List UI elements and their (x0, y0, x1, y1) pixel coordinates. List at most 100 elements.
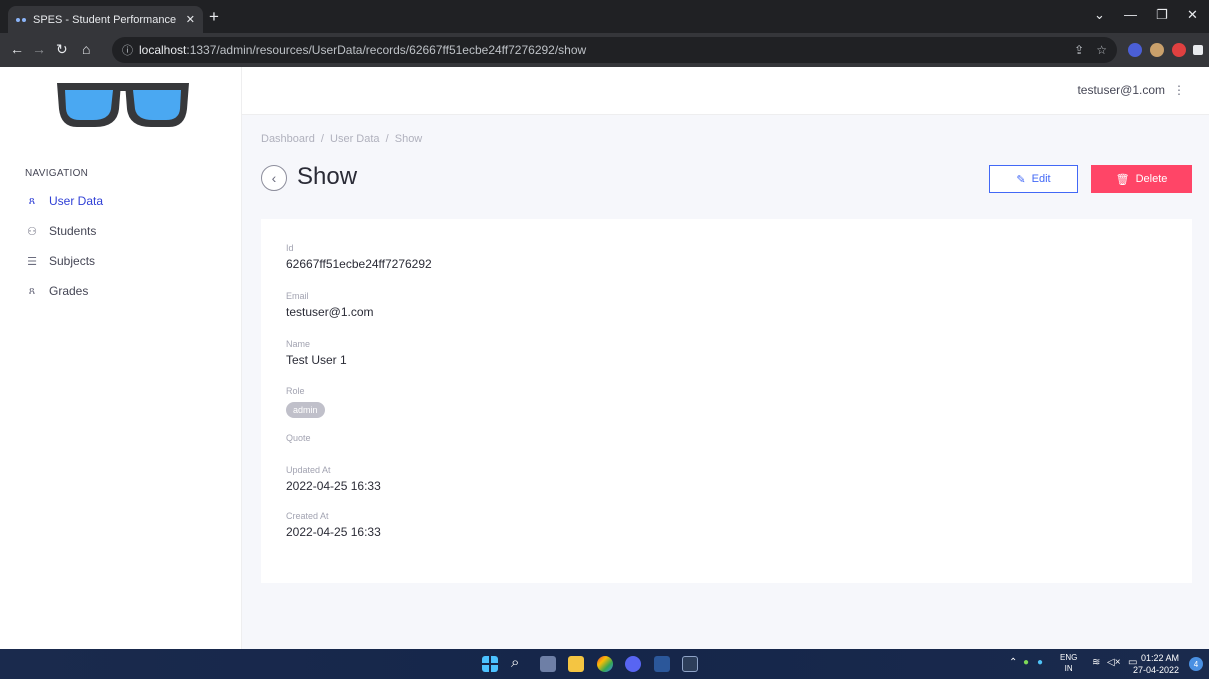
breadcrumb-dashboard[interactable]: Dashboard (261, 133, 315, 145)
kebab-menu-icon[interactable]: ⋮ (1173, 83, 1185, 97)
site-info-icon[interactable]: ⓘ (122, 42, 133, 58)
sidebar-item-label: Students (49, 224, 97, 238)
language-indicator[interactable]: ENG IN (1060, 652, 1077, 674)
sunglasses-logo-icon (57, 83, 189, 127)
delete-label: Delete (1135, 173, 1168, 185)
sidebar-item-students[interactable]: ⚇ Students (25, 222, 96, 240)
field-value: 62667ff51ecbe24ff7276292 (286, 257, 432, 271)
field-value: Test User 1 (286, 353, 347, 367)
extension-icon[interactable] (1150, 43, 1164, 57)
region-code: IN (1064, 664, 1073, 673)
field-label: Created At (286, 511, 329, 521)
breadcrumb-user-data[interactable]: User Data (330, 133, 380, 145)
minimize-icon[interactable]: — (1124, 7, 1137, 22)
clock-time: 01:22 AM (1140, 653, 1179, 663)
home-icon[interactable]: ⌂ (82, 41, 90, 57)
field-value: 2022-04-25 16:33 (286, 479, 381, 493)
sidebar-item-grades[interactable]: ጸ Grades (25, 282, 89, 300)
file-explorer-icon[interactable] (568, 656, 584, 672)
search-icon[interactable]: ⌕ (511, 654, 519, 671)
windows-start-icon[interactable] (482, 656, 498, 672)
people-icon: ጸ (28, 194, 36, 207)
breadcrumb-show: Show (394, 133, 423, 145)
edit-button[interactable]: ✎ Edit (989, 165, 1078, 193)
extension-icon[interactable] (1172, 43, 1186, 57)
student-icon: ⚇ (27, 225, 37, 238)
maximize-icon[interactable]: ❐ (1156, 7, 1168, 23)
field-label: Name (286, 339, 311, 349)
record-card: Id 62667ff51ecbe24ff7276292 Email testus… (261, 219, 1192, 583)
user-menu[interactable]: testuser@1.com ⋮ (1077, 83, 1185, 97)
notification-badge[interactable]: 4 (1189, 657, 1203, 671)
wifi-icon[interactable]: ≋ (1092, 657, 1100, 668)
tab-title: SPES - Student Performance Evalu (33, 13, 180, 26)
clock-date: 27-04-2022 (1132, 665, 1179, 675)
menu-icon[interactable] (1193, 45, 1203, 55)
sidebar-item-label: Subjects (49, 254, 96, 268)
people-icon: ጸ (28, 284, 36, 297)
sidebar-item-label: Grades (49, 284, 89, 298)
tray-app-icon[interactable]: ● (1037, 657, 1043, 668)
field-email: Email testuser@1.com (286, 291, 374, 319)
tray-app-icon[interactable]: ● (1023, 657, 1029, 668)
browser-tab-bar: SPES - Student Performance Evalu ✕ + ⌄ —… (0, 0, 1209, 33)
bookmark-star-icon[interactable]: ☆ (1096, 43, 1107, 57)
volume-icon[interactable]: ◁× (1107, 657, 1121, 668)
language-code: ENG (1060, 653, 1078, 662)
share-icon[interactable]: ⇪ (1074, 43, 1084, 57)
back-button[interactable]: ‹ (261, 165, 287, 191)
address-bar[interactable]: ⓘ localhost :1337/admin/resources/UserDa… (112, 37, 1117, 63)
clock[interactable]: 01:22 AM 27-04-2022 (1133, 652, 1179, 676)
role-badge: admin (286, 402, 325, 418)
back-arrow-icon[interactable]: ← (10, 41, 24, 57)
new-tab-button[interactable]: + (209, 8, 219, 25)
list-icon: ☰ (27, 255, 37, 268)
sidebar-item-user-data[interactable]: ጸ User Data (25, 192, 103, 210)
trash-icon: 🗑 (1115, 173, 1130, 186)
browser-toolbar: ← → ↻ ⌂ ⓘ localhost :1337/admin/resource… (0, 33, 1209, 67)
field-role: Role admin (286, 386, 325, 418)
field-value: testuser@1.com (286, 305, 374, 319)
field-label: Updated At (286, 465, 331, 475)
edit-label: Edit (1031, 173, 1051, 185)
chevron-up-icon[interactable]: ⌃ (1009, 657, 1017, 668)
url-path: :1337/admin/resources/UserData/records/6… (186, 43, 587, 57)
delete-button[interactable]: 🗑 Delete (1091, 165, 1192, 193)
task-view-icon[interactable] (540, 656, 556, 672)
discord-icon[interactable] (625, 656, 641, 672)
terminal-icon[interactable] (682, 656, 698, 672)
field-updated-at: Updated At 2022-04-25 16:33 (286, 465, 381, 493)
nav-heading: NAVIGATION (25, 168, 89, 179)
field-label: Role (286, 386, 305, 396)
reload-icon[interactable]: ↻ (56, 41, 68, 57)
os-taskbar: ⌕ ⌃ ● ● ENG IN ≋ ◁× ▭ 01:22 AM 27-04-202… (0, 649, 1209, 679)
pencil-icon: ✎ (1016, 173, 1026, 186)
forward-arrow-icon[interactable]: → (32, 41, 46, 57)
field-id: Id 62667ff51ecbe24ff7276292 (286, 243, 432, 271)
field-created-at: Created At 2022-04-25 16:33 (286, 511, 381, 539)
chrome-icon[interactable] (597, 656, 613, 672)
chevron-left-icon: ‹ (271, 170, 277, 186)
tab-search-icon[interactable]: ⌄ (1094, 7, 1105, 23)
field-quote: Quote (286, 433, 311, 447)
user-email: testuser@1.com (1077, 83, 1165, 97)
page-title: Show (297, 163, 358, 190)
favicon-icon (16, 17, 26, 22)
browser-tab[interactable]: SPES - Student Performance Evalu ✕ (8, 6, 203, 33)
window-close-icon[interactable]: ✕ (1187, 7, 1198, 23)
field-value: 2022-04-25 16:33 (286, 525, 381, 539)
sidebar-item-subjects[interactable]: ☰ Subjects (25, 252, 95, 270)
breadcrumb-separator: / (385, 133, 389, 145)
field-name: Name Test User 1 (286, 339, 347, 367)
tab-close-icon[interactable]: ✕ (186, 13, 195, 26)
field-label: Email (286, 291, 309, 301)
word-icon[interactable] (654, 656, 670, 672)
field-label: Quote (286, 433, 311, 443)
url-host: localhost (139, 43, 187, 57)
top-bar: testuser@1.com ⋮ (242, 67, 1209, 115)
extension-icon[interactable] (1128, 43, 1142, 57)
field-label: Id (286, 243, 294, 253)
breadcrumb: Dashboard / User Data / Show (261, 133, 422, 145)
breadcrumb-separator: / (320, 133, 324, 145)
sidebar-item-label: User Data (49, 194, 104, 208)
